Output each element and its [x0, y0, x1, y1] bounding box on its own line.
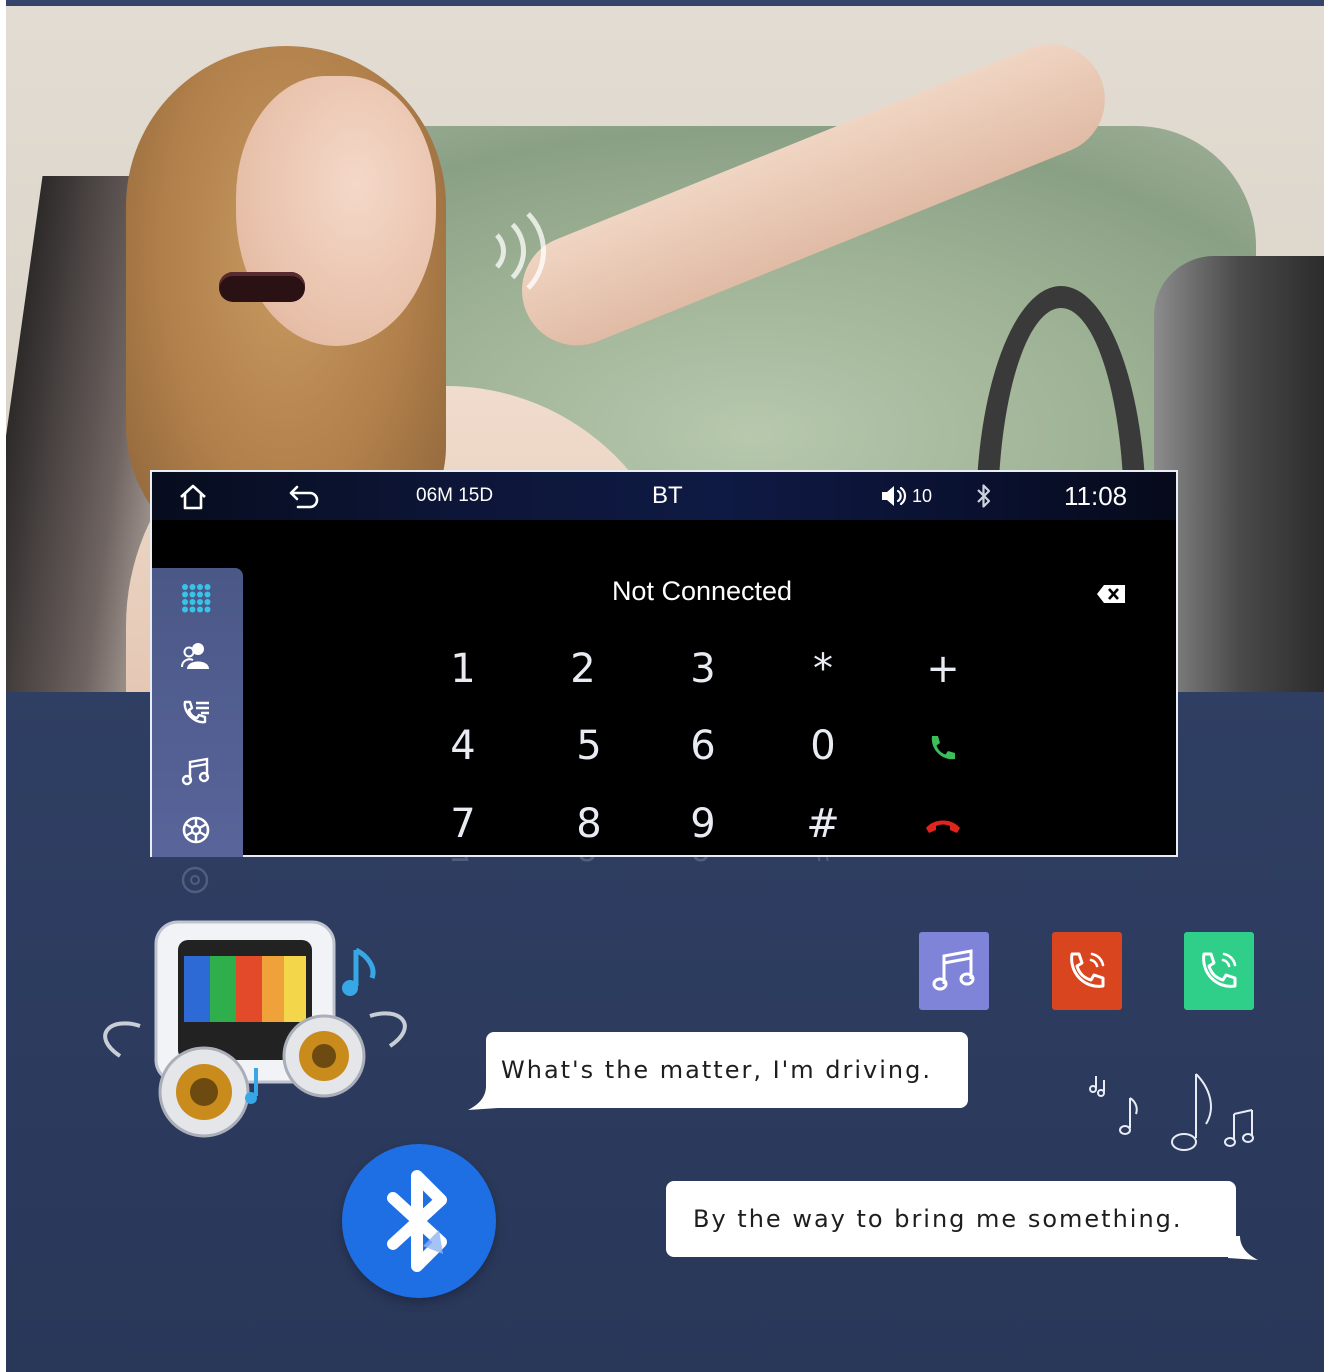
key-plus[interactable]: +: [903, 639, 983, 699]
key-6[interactable]: 6: [663, 716, 743, 776]
key-star[interactable]: *: [783, 639, 863, 699]
bubble-tail-right: [1228, 1236, 1258, 1260]
driver-face: [236, 76, 436, 346]
phone-ringing-icon: [1070, 952, 1105, 988]
sidebar-item-settings[interactable]: [178, 812, 214, 848]
sidebar-item-call-log[interactable]: [178, 696, 214, 732]
screen-title: BT: [652, 482, 683, 509]
sidebar: [152, 568, 243, 857]
music-player-illustration: [103, 920, 407, 1138]
home-button[interactable]: [178, 472, 214, 520]
music-notes-icon: [1089, 1073, 1254, 1151]
music-tile[interactable]: [919, 932, 989, 1010]
call-button[interactable]: [903, 716, 983, 776]
sidebar-item-music[interactable]: [178, 754, 214, 790]
head-unit-screen: 06M 15D BT 10 11:08 Not Connected 1 2 3 …: [150, 470, 1178, 857]
bluetooth-icon: [387, 1170, 447, 1272]
phone-hangup-icon: [926, 820, 960, 833]
status-bar: 06M 15D BT 10 11:08: [152, 472, 1176, 520]
key-1[interactable]: 1: [423, 639, 503, 699]
sidebar-item-keypad[interactable]: [178, 580, 214, 616]
back-button[interactable]: [288, 472, 324, 520]
keypad-icon: [182, 584, 211, 613]
speech-bubble-second: By the way to bring me something.: [666, 1181, 1236, 1257]
music-note-icon: [932, 949, 975, 991]
bluetooth-icon: [977, 484, 991, 508]
settings-reflection-icon: [181, 866, 209, 894]
settings-icon: [182, 816, 210, 844]
date-display: 06M 15D: [416, 485, 494, 506]
key-hash[interactable]: #: [783, 794, 863, 854]
reflection-hash: #: [811, 857, 831, 869]
reflection-7: 7: [450, 857, 470, 869]
call-log-icon: [183, 700, 209, 724]
connection-status: Not Connected: [611, 576, 793, 606]
speech-bubble-first-text: What's the matter, I'm driving.: [501, 1056, 932, 1084]
key-0[interactable]: 0: [783, 716, 863, 776]
key-5[interactable]: 5: [549, 716, 629, 776]
backspace-icon: [1097, 585, 1125, 603]
key-4[interactable]: 4: [423, 716, 503, 776]
key-8[interactable]: 8: [549, 794, 629, 854]
sidebar-item-contacts[interactable]: [178, 638, 214, 674]
key-7[interactable]: 7: [423, 794, 503, 854]
key-3[interactable]: 3: [663, 639, 743, 699]
phone-ringing-icon: [1202, 952, 1237, 988]
volume-level: 10: [912, 486, 933, 506]
key-2[interactable]: 2: [543, 639, 623, 699]
volume-indicator[interactable]: 10: [880, 472, 932, 520]
bubble-tail-left: [468, 1086, 498, 1110]
clock: 11:08: [1064, 481, 1128, 511]
contacts-icon: [181, 643, 209, 669]
speech-bubble-first: What's the matter, I'm driving.: [486, 1032, 968, 1108]
home-icon: [180, 484, 206, 510]
phone-call-icon: [931, 736, 955, 760]
bluetooth-badge: [342, 1144, 496, 1298]
sound-waves-icon: [466, 196, 576, 306]
volume-icon: [882, 486, 907, 506]
promo-canvas: 06M 15D BT 10 11:08 Not Connected 1 2 3 …: [6, 0, 1324, 1372]
speech-bubble-second-text: By the way to bring me something.: [693, 1205, 1183, 1233]
backspace-button[interactable]: [1096, 584, 1126, 604]
back-icon: [289, 485, 319, 509]
bluetooth-headset: [219, 272, 305, 302]
music-icon: [181, 757, 210, 786]
bluetooth-status[interactable]: [974, 472, 998, 520]
car-seat: [1154, 256, 1324, 692]
hangup-button[interactable]: [903, 794, 983, 854]
reflection-8: 8: [577, 857, 597, 869]
reflection-9: 9: [691, 857, 711, 869]
phone-tile-green[interactable]: [1184, 932, 1254, 1010]
phone-tile-red[interactable]: [1052, 932, 1122, 1010]
key-9[interactable]: 9: [663, 794, 743, 854]
